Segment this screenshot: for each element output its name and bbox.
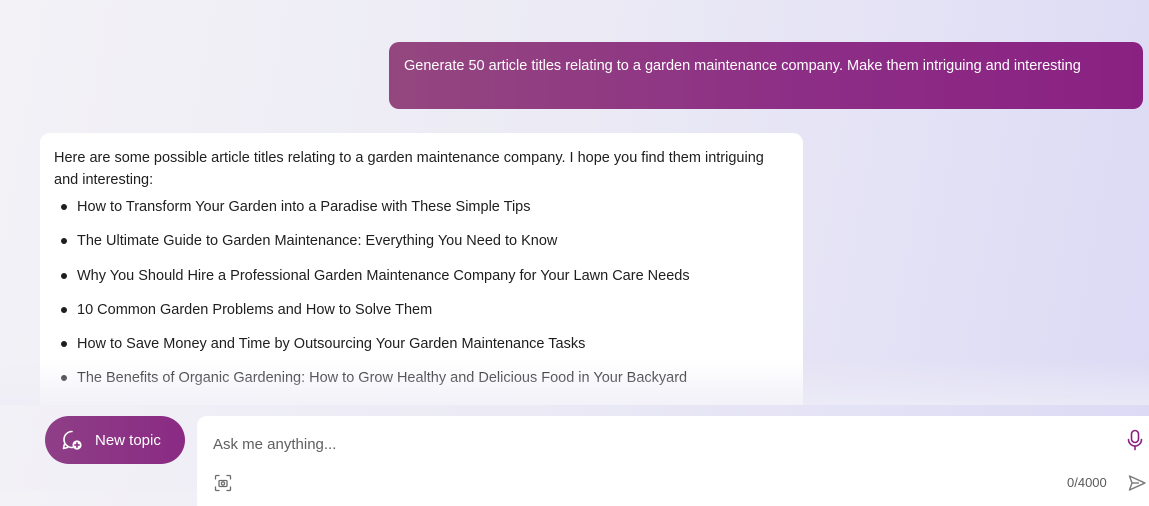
chat-input[interactable] — [213, 433, 1093, 455]
list-item-text: Why You Should Hire a Professional Garde… — [77, 267, 690, 284]
bot-intro-text: Here are some possible article titles re… — [54, 150, 764, 188]
bullet-icon — [61, 341, 67, 348]
list-item: The Ultimate Guide to Garden Maintenance… — [54, 230, 783, 252]
bot-message: Here are some possible article titles re… — [40, 133, 803, 405]
new-topic-label: New topic — [95, 431, 161, 449]
article-title-list: How to Transform Your Garden into a Para… — [54, 196, 783, 389]
new-topic-button[interactable]: New topic — [45, 416, 185, 464]
composer-box: 0/4000 — [197, 416, 1149, 506]
list-item-text: 10 Common Garden Problems and How to Sol… — [77, 301, 433, 318]
list-item-text: How to Transform Your Garden into a Para… — [77, 199, 531, 215]
bullet-icon — [61, 204, 67, 210]
bullet-icon — [61, 238, 67, 245]
chat-bubble-plus-icon — [61, 429, 83, 451]
user-message-text: Generate 50 article titles relating to a… — [404, 58, 1081, 74]
user-message: Generate 50 article titles relating to a… — [389, 42, 1143, 109]
list-item: The Benefits of Organic Gardening: How t… — [54, 367, 783, 389]
scan-camera-icon[interactable] — [214, 474, 232, 492]
list-item: How to Save Money and Time by Outsourcin… — [54, 333, 783, 355]
bullet-icon — [61, 306, 67, 313]
character-counter: 0/4000 — [1067, 475, 1107, 490]
list-item: Why You Should Hire a Professional Garde… — [54, 265, 783, 287]
list-item: 10 Common Garden Problems and How to Sol… — [54, 299, 783, 321]
list-item: How to Transform Your Garden into a Para… — [54, 196, 783, 218]
microphone-icon[interactable] — [1125, 429, 1145, 451]
list-item-text: The Ultimate Guide to Garden Maintenance… — [77, 233, 558, 250]
bullet-icon — [61, 375, 67, 382]
list-item-text: How to Save Money and Time by Outsourcin… — [77, 336, 586, 353]
chat-area: Generate 50 article titles relating to a… — [0, 0, 1149, 405]
list-item-text: The Benefits of Organic Gardening: How t… — [77, 370, 688, 387]
bullet-icon — [61, 272, 67, 279]
send-icon[interactable] — [1127, 473, 1147, 493]
